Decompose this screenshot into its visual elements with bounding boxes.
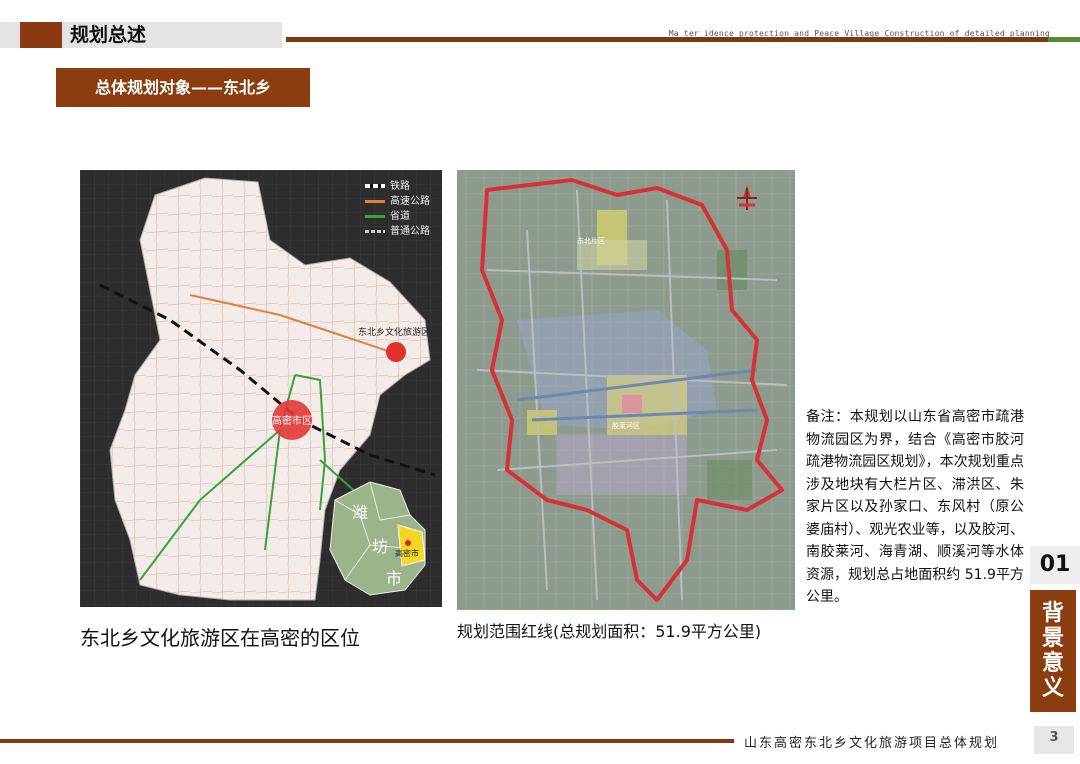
footer-divider-line xyxy=(0,739,734,743)
section-subtitle: 总体规划对象——东北乡 xyxy=(56,68,310,107)
page-number: 3 xyxy=(1034,726,1074,754)
planning-boundary-graphic: 东北片区 胶莱河区 xyxy=(457,170,795,610)
legend-swatch xyxy=(365,214,385,218)
legend-item-ordinary-road: 普通公路 xyxy=(365,225,430,239)
header-accent-square xyxy=(20,22,62,48)
section-label-tab: 背景意义 xyxy=(1030,590,1076,712)
inset-label-char-1: 潍 xyxy=(352,503,368,522)
legend-swatch xyxy=(365,229,385,233)
legend-label: 高速公路 xyxy=(390,196,430,207)
legend-label: 铁路 xyxy=(390,181,410,192)
page-title: 规划总述 xyxy=(70,24,147,46)
legend-label: 普通公路 xyxy=(390,226,430,237)
legend-swatch xyxy=(365,184,385,188)
inset-city-label: 高密市 xyxy=(395,548,419,558)
footer-project-title: 山东高密东北乡文化旅游项目总体规划 xyxy=(744,736,1000,751)
legend-item-railway: 铁路 xyxy=(365,180,410,194)
map2-label-jiaolai: 胶莱河区 xyxy=(612,421,640,430)
map2-label-northeast: 东北片区 xyxy=(577,236,605,245)
tourism-zone-marker xyxy=(386,342,406,362)
city-center-label: 高密市区 xyxy=(272,414,312,427)
boundary-map-caption: 规划范围红线(总规划面积：51.9平方公里) xyxy=(457,622,762,641)
location-map-caption: 东北乡文化旅游区在高密的区位 xyxy=(80,626,360,650)
inset-label-char-3: 市 xyxy=(386,569,402,588)
legend-item-provincial-road: 省道 xyxy=(365,210,410,224)
tourism-zone-label: 东北乡文化旅游区 xyxy=(358,326,430,338)
inset-label-char-2: 坊 xyxy=(372,537,388,556)
section-number-badge: 01 xyxy=(1030,546,1080,584)
header-english-subtitle: Ma ter idence protection and Peace Villa… xyxy=(668,29,1050,38)
location-map: 东北乡文化旅游区 高密市区 潍 坊 市 高密市 铁路 高速公路 省道 普通公路 xyxy=(80,170,442,607)
planning-note: 备注：本规划以山东省高密市疏港物流园区为界，结合《高密市胶河疏港物流园区规划》，… xyxy=(806,409,1024,605)
legend-swatch xyxy=(365,199,385,203)
legend-label: 省道 xyxy=(390,211,410,222)
legend-item-highway: 高速公路 xyxy=(365,195,430,209)
planning-boundary-map: 东北片区 胶莱河区 xyxy=(457,170,795,610)
header-green-accent xyxy=(1048,37,1080,42)
